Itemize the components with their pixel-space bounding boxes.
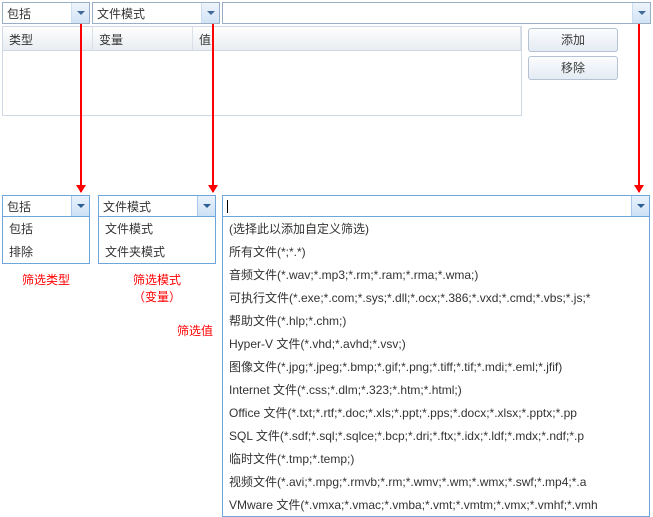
option-audio[interactable]: 音频文件(*.wav;*.mp3;*.rm;*.ram;*.rma;*.wma;… xyxy=(223,263,649,286)
option-folder-mode[interactable]: 文件夹模式 xyxy=(99,240,215,263)
option-image[interactable]: 图像文件(*.jpg;*.jpeg;*.bmp;*.gif;*.png;*.ti… xyxy=(223,355,649,378)
option-temp[interactable]: 临时文件(*.tmp;*.temp;) xyxy=(223,447,649,470)
filter-type-value: 包括 xyxy=(7,5,31,22)
annotation-arrow-icon xyxy=(212,24,214,192)
filter-type-combo-zoom: 包括 包括 排除 筛选类型 xyxy=(2,195,90,289)
label-filter-value: 筛选值 xyxy=(177,322,213,339)
filter-value-combo-zoom: (选择此以添加自定义筛选) 所有文件(*;*.*) 音频文件(*.wav;*.m… xyxy=(222,195,650,517)
chevron-down-icon[interactable] xyxy=(71,3,89,23)
option-custom[interactable]: (选择此以添加自定义筛选) xyxy=(223,217,649,240)
annotation-arrow-icon xyxy=(80,24,82,192)
filter-value-input-zoom[interactable] xyxy=(230,197,630,215)
option-office[interactable]: Office 文件(*.txt;*.rtf;*.doc;*.xls;*.ppt;… xyxy=(223,401,649,424)
filter-value-combo[interactable] xyxy=(222,2,651,24)
option-include[interactable]: 包括 xyxy=(3,217,89,240)
filter-mode-selected: 文件模式 xyxy=(103,198,151,215)
top-filter-bar: 包括 文件模式 xyxy=(2,2,651,24)
text-cursor-icon xyxy=(227,200,228,213)
filter-mode-combo-zoom: 文件模式 文件模式 文件夹模式 筛选模式 （变量） xyxy=(98,195,216,306)
remove-button[interactable]: 移除 xyxy=(528,56,618,80)
filter-mode-options: 文件模式 文件夹模式 xyxy=(98,217,216,264)
add-button[interactable]: 添加 xyxy=(528,28,618,52)
option-hyperv[interactable]: Hyper-V 文件(*.vhd;*.avhd;*.vsv;) xyxy=(223,332,649,355)
grid-side-buttons: 添加 移除 xyxy=(528,26,628,116)
option-video[interactable]: 视频文件(*.avi;*.mpg;*.rmvb;*.rm;*.wmv;*.wm;… xyxy=(223,470,649,493)
chevron-down-icon[interactable] xyxy=(201,3,219,23)
filter-mode-value: 文件模式 xyxy=(97,5,145,22)
chevron-down-icon[interactable] xyxy=(197,196,215,216)
filter-mode-combo-open[interactable]: 文件模式 xyxy=(98,195,216,217)
option-exe[interactable]: 可执行文件(*.exe;*.com;*.sys;*.dll;*.ocx;*.38… xyxy=(223,286,649,309)
option-exclude[interactable]: 排除 xyxy=(3,240,89,263)
annotation-arrow-icon xyxy=(638,24,640,192)
chevron-down-icon[interactable] xyxy=(631,196,649,216)
filter-type-combo-open[interactable]: 包括 xyxy=(2,195,90,217)
filter-value-options: (选择此以添加自定义筛选) 所有文件(*;*.*) 音频文件(*.wav;*.m… xyxy=(222,217,650,517)
option-help[interactable]: 帮助文件(*.hlp;*.chm;) xyxy=(223,309,649,332)
label-filter-type: 筛选类型 xyxy=(2,272,90,289)
grid-col-variable[interactable]: 变量 xyxy=(93,27,193,50)
filter-type-options: 包括 排除 xyxy=(2,217,90,264)
filter-type-selected: 包括 xyxy=(7,198,31,215)
filter-type-combo[interactable]: 包括 xyxy=(2,2,90,24)
option-internet[interactable]: Internet 文件(*.css;*.dlm;*.323;*.htm;*.ht… xyxy=(223,378,649,401)
chevron-down-icon[interactable] xyxy=(632,3,650,23)
option-all[interactable]: 所有文件(*;*.*) xyxy=(223,240,649,263)
option-file-mode[interactable]: 文件模式 xyxy=(99,217,215,240)
label-filter-mode: 筛选模式 （变量） xyxy=(98,272,216,306)
option-sql[interactable]: SQL 文件(*.sdf;*.sql;*.sqlce;*.bcp;*.dri;*… xyxy=(223,424,649,447)
chevron-down-icon[interactable] xyxy=(71,196,89,216)
filter-mode-combo[interactable]: 文件模式 xyxy=(92,2,220,24)
filter-value-combo-open[interactable] xyxy=(222,195,650,217)
grid-col-value[interactable]: 值 xyxy=(193,27,521,50)
filter-value-input[interactable] xyxy=(227,4,626,22)
option-vmware[interactable]: VMware 文件(*.vmxa;*.vmac;*.vmba;*.vmt;*.v… xyxy=(223,493,649,516)
